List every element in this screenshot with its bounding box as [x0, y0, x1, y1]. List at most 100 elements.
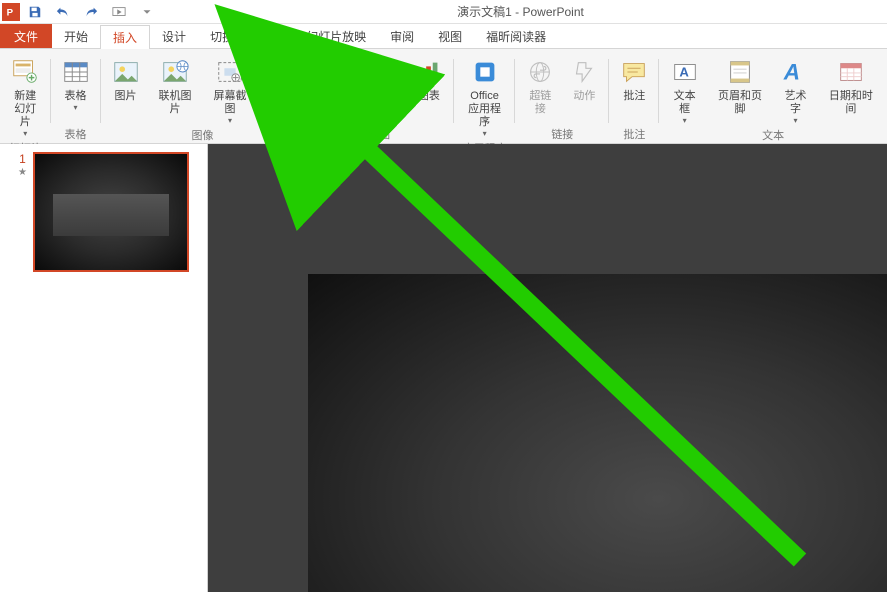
slide-thumbnail-panel[interactable]: 1 ★	[0, 144, 208, 592]
picture-icon	[110, 56, 142, 88]
chart-label: 图表	[418, 90, 440, 103]
screenshot-button[interactable]: 屏幕截图 ▾	[204, 53, 257, 128]
group-links: 超链接 动作 链接	[515, 53, 609, 143]
start-slideshow-button[interactable]	[110, 3, 128, 21]
office-apps-label: Office 应用程序	[463, 90, 506, 129]
shapes-label: 形状	[318, 90, 340, 103]
album-icon	[263, 56, 295, 88]
tab-animations[interactable]: 动画	[246, 24, 294, 48]
textbox-label: 文本框	[668, 90, 701, 116]
datetime-icon	[835, 56, 867, 88]
dropdown-arrow-icon: ▾	[23, 130, 27, 138]
chart-button[interactable]: 图表	[408, 53, 450, 106]
window-title: 演示文稿1 - PowerPoint	[156, 3, 885, 20]
group-text-label: 文本	[663, 128, 883, 144]
table-icon	[60, 56, 92, 88]
table-button[interactable]: 表格 ▾	[55, 53, 97, 115]
table-label: 表格	[65, 90, 87, 103]
svg-text:A: A	[679, 65, 689, 80]
svg-text:P: P	[7, 7, 14, 18]
quick-access-toolbar	[26, 3, 156, 21]
new-slide-label: 新建 幻灯片	[9, 90, 42, 129]
screenshot-icon	[214, 56, 246, 88]
group-comments-label: 批注	[613, 127, 655, 143]
office-apps-icon	[469, 56, 501, 88]
powerpoint-app-icon: P	[2, 3, 20, 21]
undo-button[interactable]	[54, 3, 72, 21]
comment-button[interactable]: 批注	[613, 53, 655, 106]
tab-slideshow[interactable]: 幻灯片放映	[294, 24, 378, 48]
dropdown-arrow-icon: ▾	[683, 117, 687, 125]
hyperlink-button[interactable]: 超链接	[519, 53, 561, 119]
chart-icon	[413, 56, 445, 88]
online-picture-icon	[159, 56, 191, 88]
comment-label: 批注	[623, 90, 645, 103]
header-footer-label: 页眉和页脚	[713, 90, 767, 116]
shapes-icon	[313, 56, 345, 88]
header-footer-button[interactable]: 页眉和页脚	[708, 53, 772, 119]
smartart-label: SmartArt	[357, 90, 400, 103]
hyperlink-label: 超链接	[524, 90, 556, 116]
tab-insert[interactable]: 插入	[100, 25, 150, 49]
slide-thumbnail-content	[53, 194, 169, 236]
tab-foxit[interactable]: 福昕阅读器	[474, 24, 558, 48]
album-label: 相册	[268, 90, 290, 103]
group-text: A 文本框 ▾ 页眉和页脚 A 艺术字 ▾	[659, 53, 887, 143]
tab-view[interactable]: 视图	[426, 24, 474, 48]
picture-button[interactable]: 图片	[105, 53, 147, 106]
textbox-icon: A	[669, 56, 701, 88]
screenshot-label: 屏幕截图	[209, 90, 252, 116]
animation-indicator-icon: ★	[18, 168, 27, 178]
header-footer-icon	[724, 56, 756, 88]
action-button[interactable]: 动作	[563, 53, 605, 106]
dropdown-arrow-icon: ▾	[327, 104, 331, 112]
new-slide-icon	[9, 56, 41, 88]
tab-review[interactable]: 审阅	[378, 24, 426, 48]
group-images: 图片 联机图片 屏幕截图 ▾ 相册 ▾	[101, 53, 305, 143]
new-slide-button[interactable]: 新建 幻灯片 ▾	[4, 53, 47, 141]
group-links-label: 链接	[519, 127, 605, 143]
tab-file[interactable]: 文件	[0, 24, 52, 48]
datetime-button[interactable]: 日期和时间	[819, 53, 883, 119]
dropdown-arrow-icon: ▾	[74, 104, 78, 112]
wordart-button[interactable]: A 艺术字 ▾	[774, 53, 817, 128]
group-illustrations: 形状 ▾ SmartArt 图表 插图	[304, 53, 453, 143]
online-picture-button[interactable]: 联机图片	[149, 53, 202, 119]
group-illustrations-label: 插图	[308, 127, 449, 143]
ribbon: 新建 幻灯片 ▾ 幻灯片 表格 ▾ 表格 图片	[0, 48, 887, 144]
smartart-button[interactable]: SmartArt	[352, 53, 405, 106]
smartart-icon	[363, 56, 395, 88]
action-icon	[568, 56, 600, 88]
tab-home[interactable]: 开始	[52, 24, 100, 48]
slide-thumbnail-item[interactable]: 1 ★	[18, 152, 189, 272]
album-button[interactable]: 相册 ▾	[258, 53, 300, 115]
textbox-button[interactable]: A 文本框 ▾	[663, 53, 706, 128]
dropdown-arrow-icon: ▾	[277, 104, 281, 112]
tab-transitions[interactable]: 切换	[198, 24, 246, 48]
svg-text:A: A	[783, 60, 800, 85]
group-tables: 表格 ▾ 表格	[51, 53, 101, 143]
workspace: 1 ★	[0, 144, 887, 592]
online-picture-label: 联机图片	[154, 90, 197, 116]
wordart-icon: A	[779, 56, 811, 88]
group-tables-label: 表格	[55, 127, 97, 143]
shapes-button[interactable]: 形状 ▾	[308, 53, 350, 115]
group-apps: Office 应用程序 ▾ 应用程序	[454, 53, 515, 143]
qat-customize-dropdown[interactable]	[138, 3, 156, 21]
action-label: 动作	[573, 90, 595, 103]
office-apps-button[interactable]: Office 应用程序 ▾	[458, 53, 511, 141]
ribbon-tabs: 文件 开始 插入 设计 切换 动画 幻灯片放映 审阅 视图 福昕阅读器	[0, 24, 887, 48]
slide-canvas-area[interactable]	[208, 144, 887, 592]
redo-button[interactable]	[82, 3, 100, 21]
dropdown-arrow-icon: ▾	[793, 117, 797, 125]
slide-number: 1	[19, 152, 26, 166]
slide-canvas[interactable]	[308, 274, 887, 592]
hyperlink-icon	[524, 56, 556, 88]
title-bar: P 演示文稿1 - PowerPoint	[0, 0, 887, 24]
dropdown-arrow-icon: ▾	[228, 117, 232, 125]
slide-thumbnail[interactable]	[33, 152, 189, 272]
tab-design[interactable]: 设计	[150, 24, 198, 48]
comment-icon	[618, 56, 650, 88]
dropdown-arrow-icon: ▾	[483, 130, 487, 138]
save-button[interactable]	[26, 3, 44, 21]
